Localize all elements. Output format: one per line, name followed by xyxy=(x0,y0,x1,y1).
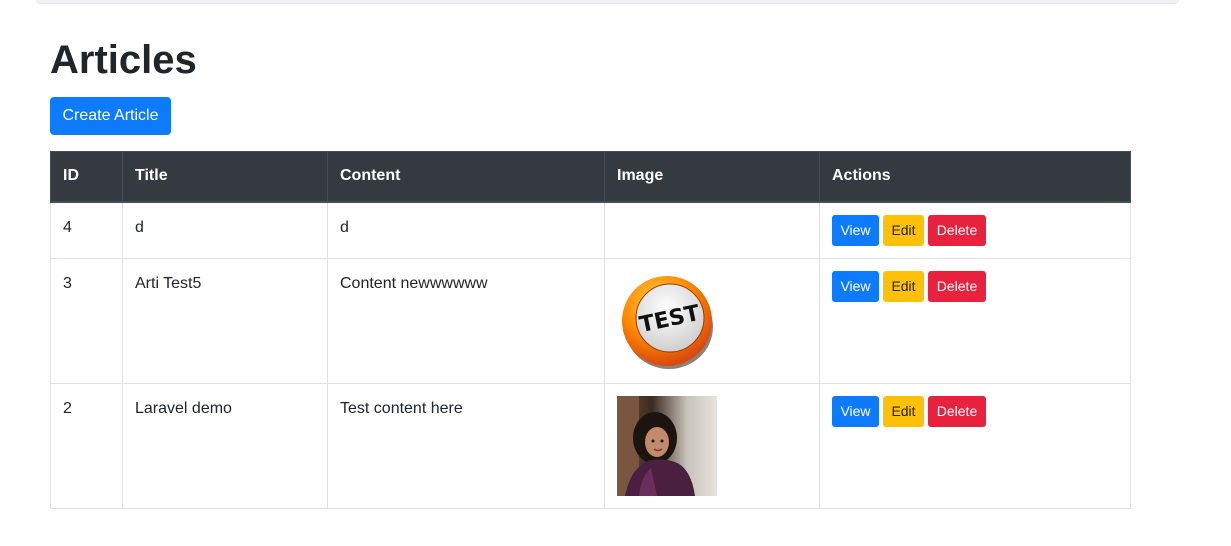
delete-button[interactable]: Delete xyxy=(928,270,986,302)
cell-image xyxy=(604,382,820,509)
view-button[interactable]: View xyxy=(832,214,879,246)
cell-title: d xyxy=(122,201,328,259)
portrait-photo-image xyxy=(617,395,717,496)
header-content: Content xyxy=(327,151,605,203)
cell-image-empty xyxy=(604,201,820,259)
cell-actions: View Edit Delete xyxy=(819,382,1131,509)
view-button[interactable]: View xyxy=(832,270,879,302)
header-id: ID xyxy=(50,151,123,203)
cell-content: d xyxy=(327,201,605,259)
edit-button[interactable]: Edit xyxy=(883,214,924,246)
table-row: 3 Arti Test5 Content newwwwww TEST View … xyxy=(50,257,1131,384)
table-row: 2 Laravel demo Test content here View Ed… xyxy=(50,382,1131,509)
articles-table: ID Title Content Image Actions 4 d d Vie… xyxy=(50,151,1131,509)
header-actions: Actions xyxy=(819,151,1131,203)
test-badge-image: TEST xyxy=(622,275,713,369)
table-row: 4 d d View Edit Delete xyxy=(50,201,1131,259)
cell-actions: View Edit Delete xyxy=(819,201,1131,259)
cell-content: Test content here xyxy=(327,382,605,509)
edit-button[interactable]: Edit xyxy=(883,395,924,427)
delete-button[interactable]: Delete xyxy=(928,395,986,427)
cell-id: 4 xyxy=(50,201,123,259)
cell-actions: View Edit Delete xyxy=(819,257,1131,384)
header-title: Title xyxy=(122,151,328,203)
table-header-row: ID Title Content Image Actions xyxy=(50,151,1131,203)
page-title: Articles xyxy=(50,38,197,82)
cell-id: 3 xyxy=(50,257,123,384)
cell-image: TEST xyxy=(604,257,820,384)
header-image: Image xyxy=(604,151,820,203)
cell-title: Laravel demo xyxy=(122,382,328,509)
create-article-button[interactable]: Create Article xyxy=(50,97,171,135)
delete-button[interactable]: Delete xyxy=(928,214,986,246)
cell-id: 2 xyxy=(50,382,123,509)
view-button[interactable]: View xyxy=(832,395,879,427)
top-navbar-edge xyxy=(36,0,1179,4)
edit-button[interactable]: Edit xyxy=(883,270,924,302)
cell-title: Arti Test5 xyxy=(122,257,328,384)
cell-content: Content newwwwww xyxy=(327,257,605,384)
